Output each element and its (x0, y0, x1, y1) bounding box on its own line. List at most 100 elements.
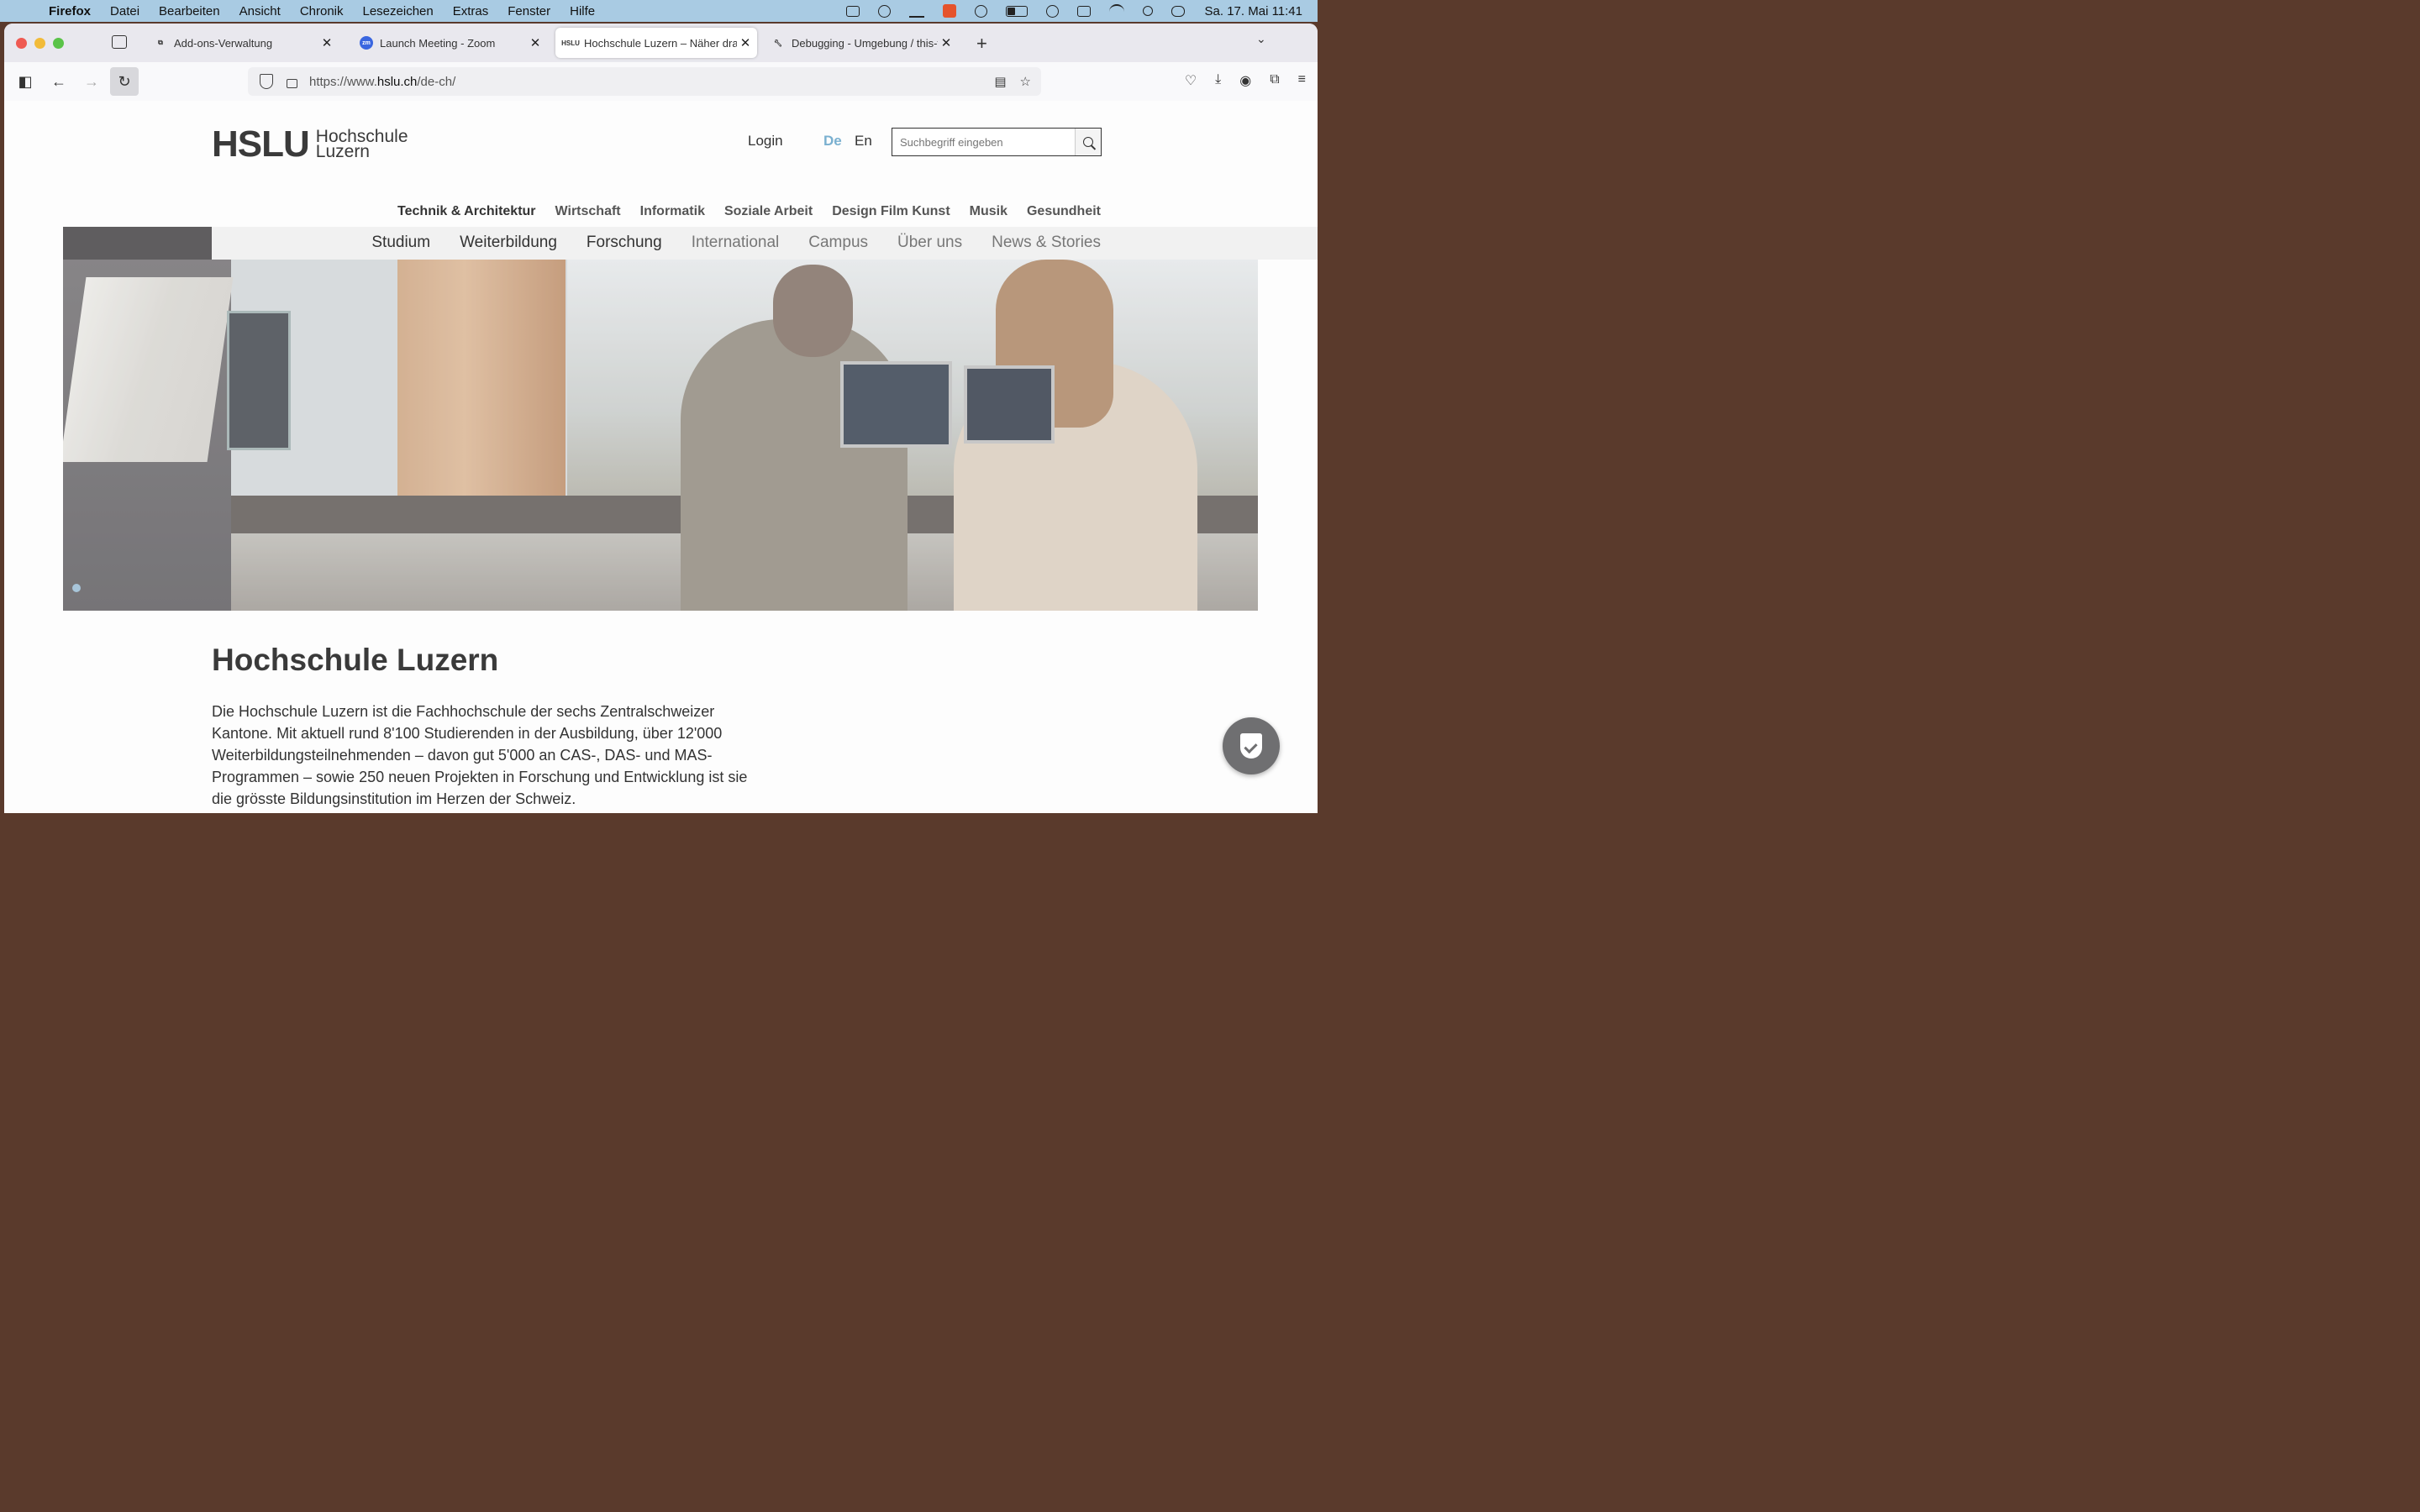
menu-extras[interactable]: Extras (453, 4, 489, 18)
lock-icon[interactable] (287, 79, 297, 88)
department-nav: Technik & Architektur Wirtschaft Informa… (397, 204, 1101, 219)
menu-hilfe[interactable]: Hilfe (570, 4, 595, 18)
firefox-window: ⧉ Add-ons-Verwaltung ✕ zm Launch Meeting… (4, 24, 1318, 813)
nav-campus[interactable]: Campus (808, 234, 868, 252)
main-nav: Studium Weiterbildung Forschung Internat… (371, 234, 1101, 252)
language-de[interactable]: De (823, 133, 842, 150)
list-all-tabs-icon[interactable]: ⌄ (1256, 32, 1266, 46)
app-menu-icon[interactable]: ≡ (1298, 72, 1306, 89)
logo-mark: HSLU (212, 123, 310, 165)
app-red-icon[interactable] (942, 4, 956, 18)
tab-addons[interactable]: ⧉ Add-ons-Verwaltung ✕ (145, 28, 339, 58)
keyboard-icon[interactable] (1076, 5, 1091, 17)
spotlight-icon[interactable] (1142, 6, 1153, 16)
web-page: HSLU HochschuleLuzern Login De En Techni… (4, 101, 1318, 813)
tab-bar: ⧉ Add-ons-Verwaltung ✕ zm Launch Meeting… (4, 24, 1318, 62)
close-window-button[interactable] (16, 38, 27, 49)
url-path: /de-ch/ (417, 74, 456, 89)
bookmark-star-icon[interactable]: ☆ (1020, 74, 1031, 89)
dept-design-film-kunst[interactable]: Design Film Kunst (832, 204, 950, 219)
forward-button[interactable]: → (79, 70, 104, 93)
nav-ueber-uns[interactable]: Über uns (897, 234, 962, 252)
menu-bearbeiten[interactable]: Bearbeiten (159, 4, 220, 18)
status-icons: Sa. 17. Mai 11:41 (845, 0, 1302, 22)
close-tab-icon[interactable]: ✕ (318, 35, 335, 50)
hslu-logo[interactable]: HSLU Hochschule Luzern (212, 126, 408, 163)
new-tab-button[interactable]: + (976, 33, 987, 55)
url-prefix: https://www. (309, 74, 377, 89)
sidebar-toggle-icon[interactable]: ◧ (13, 70, 38, 93)
url-text[interactable]: https://www.hslu.ch/de-ch/ (309, 75, 455, 89)
firefox-view-icon[interactable] (112, 35, 127, 49)
wifi-icon[interactable] (1108, 4, 1124, 18)
reload-button[interactable]: ↻ (110, 67, 139, 96)
page-title: Hochschule Luzern (212, 643, 499, 677)
menu-ansicht[interactable]: Ansicht (239, 4, 281, 18)
shield-check-icon (1240, 733, 1262, 759)
nav-news-stories[interactable]: News & Stories (992, 234, 1101, 252)
back-button[interactable]: ← (46, 70, 71, 93)
site-search (892, 128, 1102, 156)
dept-musik[interactable]: Musik (970, 204, 1007, 219)
hslu-favicon: HSLU (561, 39, 580, 47)
puzzle-icon: ⧉ (158, 39, 163, 46)
control-center-icon[interactable] (1171, 5, 1185, 17)
zoom-icon: zm (360, 36, 373, 50)
clipboard-icon[interactable] (845, 5, 860, 17)
dept-gesundheit[interactable]: Gesundheit (1027, 204, 1101, 219)
nav-international[interactable]: International (692, 234, 780, 252)
pocket-icon[interactable]: ♡ (1185, 72, 1197, 89)
logo-name: Hochschule Luzern (315, 128, 408, 161)
hero-corner-block (63, 227, 212, 260)
close-tab-icon[interactable]: ✕ (737, 35, 754, 50)
time-machine-icon[interactable] (1045, 4, 1059, 18)
nav-weiterbildung[interactable]: Weiterbildung (460, 234, 557, 252)
navigation-toolbar: ◧ ← → ↻ https://www.hslu.ch/de-ch/ ▤ ☆ ♡… (4, 62, 1318, 102)
search-icon (1083, 137, 1093, 147)
close-tab-icon[interactable]: ✕ (938, 35, 955, 50)
tab-title: Hochschule Luzern – Näher dran (584, 36, 737, 50)
tab-title: Add-ons-Verwaltung (174, 36, 273, 50)
dept-informatik[interactable]: Informatik (640, 204, 705, 219)
cloud-icon[interactable] (877, 4, 891, 18)
login-link[interactable]: Login (748, 133, 783, 150)
dept-wirtschaft[interactable]: Wirtschaft (555, 204, 621, 219)
menu-chronik[interactable]: Chronik (300, 4, 344, 18)
hero-image (63, 227, 1258, 611)
tab-zoom[interactable]: zm Launch Meeting - Zoom ✕ (351, 28, 547, 58)
tab-hslu[interactable]: HSLU Hochschule Luzern – Näher dran ✕ (555, 28, 757, 58)
search-button[interactable] (1075, 129, 1101, 155)
account-icon[interactable]: ◉ (1239, 72, 1251, 89)
nav-studium[interactable]: Studium (371, 234, 430, 252)
privacy-shield-button[interactable] (1223, 717, 1280, 774)
battery-icon[interactable] (1005, 5, 1028, 17)
intro-text: Die Hochschule Luzern ist die Fachhochsc… (212, 703, 748, 807)
play-icon[interactable] (974, 4, 987, 18)
logo-line2: Luzern (315, 142, 370, 161)
dept-technik-architektur[interactable]: Technik & Architektur (397, 204, 535, 219)
nav-forschung[interactable]: Forschung (587, 234, 662, 252)
menubar-clock[interactable]: Sa. 17. Mai 11:41 (1205, 4, 1302, 18)
tab-title: Debugging - Umgebung / this-firefox (792, 36, 938, 50)
macos-menubar: Firefox Datei Bearbeiten Ansicht Chronik… (0, 0, 1318, 22)
minimize-window-button[interactable] (34, 38, 45, 49)
downloads-icon[interactable]: ⤓ (1215, 72, 1221, 89)
menu-datei[interactable]: Datei (110, 4, 139, 18)
tab-title: Launch Meeting - Zoom (380, 36, 496, 50)
reader-view-icon[interactable]: ▤ (994, 74, 1006, 89)
menu-firefox[interactable]: Firefox (49, 4, 91, 18)
extensions-icon[interactable]: ⧉ (1270, 72, 1279, 89)
menu-fenster[interactable]: Fenster (508, 4, 550, 18)
pen-icon[interactable] (908, 4, 924, 18)
search-input[interactable] (892, 129, 1075, 155)
address-bar[interactable]: https://www.hslu.ch/de-ch/ ▤ ☆ (248, 67, 1041, 96)
tab-debugging[interactable]: 🔧︎ Debugging - Umgebung / this-firefox ✕ (763, 28, 958, 58)
carousel-dot[interactable] (72, 584, 81, 592)
menu-lesezeichen[interactable]: Lesezeichen (363, 4, 434, 18)
language-en[interactable]: En (855, 133, 872, 150)
tracking-protection-icon[interactable] (260, 74, 273, 89)
dept-soziale-arbeit[interactable]: Soziale Arbeit (724, 204, 813, 219)
close-tab-icon[interactable]: ✕ (527, 35, 544, 50)
zoom-window-button[interactable] (53, 38, 64, 49)
url-host: hslu.ch (376, 74, 418, 89)
